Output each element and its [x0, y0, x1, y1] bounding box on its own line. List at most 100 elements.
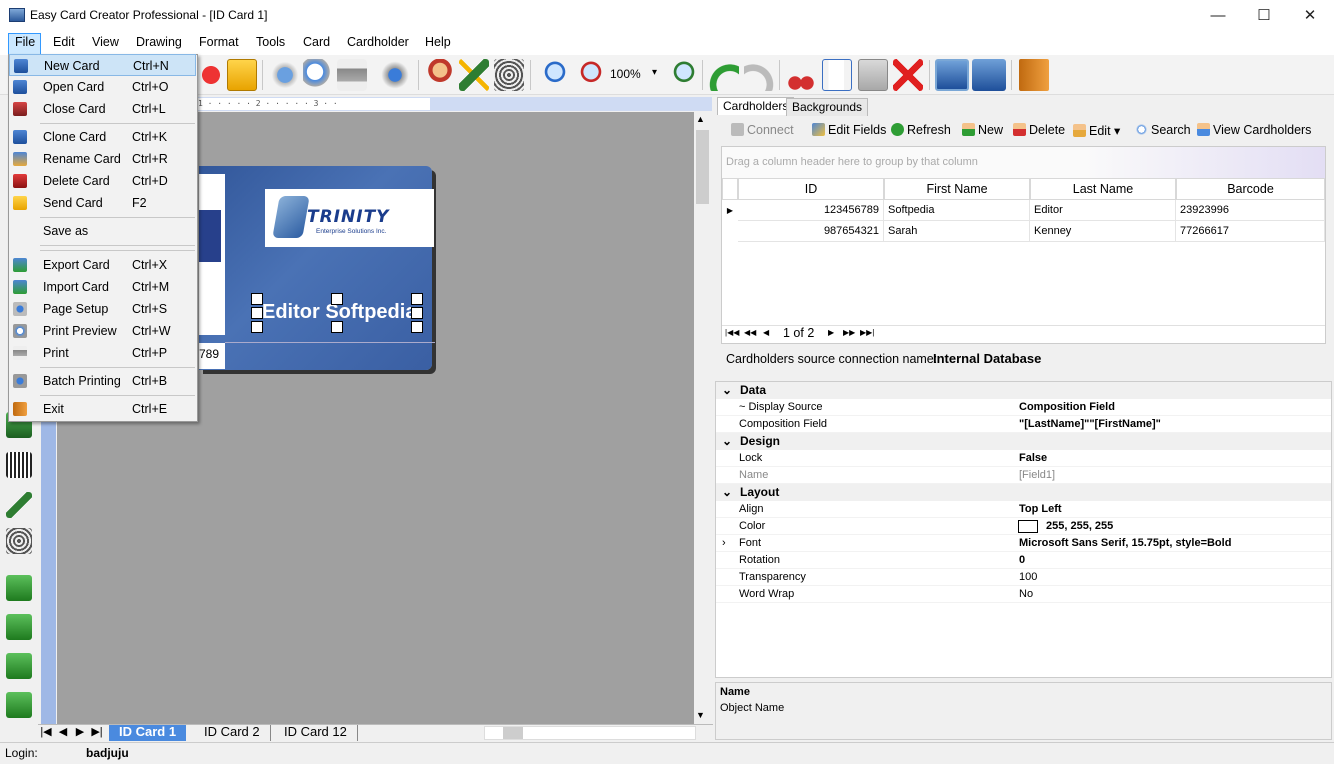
menu-format[interactable]: Format — [199, 35, 239, 49]
property-value[interactable]: Microsoft Sans Serif, 15.75pt, style=Bol… — [1019, 535, 1231, 552]
pager-next-page-icon[interactable]: ▶▶ — [843, 328, 855, 337]
table-cell[interactable]: 987654321 — [738, 221, 884, 242]
expand-chevron-icon[interactable]: › — [722, 535, 726, 552]
align-bottom-tool-icon[interactable] — [6, 692, 32, 718]
delete-card-tool-icon[interactable] — [196, 59, 226, 91]
file-menu-clone-card[interactable]: Clone Card Ctrl+K — [9, 126, 196, 148]
property-row[interactable]: Rotation 0 — [716, 552, 1331, 569]
zoom-in-icon[interactable] — [537, 59, 567, 91]
property-value[interactable]: Top Left — [1019, 501, 1062, 518]
file-menu-delete-card[interactable]: Delete Card Ctrl+D — [9, 170, 196, 192]
first-sheet-icon[interactable]: |◀ — [38, 725, 54, 738]
copy-icon[interactable] — [822, 59, 852, 91]
print-icon[interactable] — [337, 59, 367, 91]
property-row[interactable]: Align Top Left — [716, 501, 1331, 518]
file-menu-open-card[interactable]: Open Card Ctrl+O — [9, 76, 196, 98]
property-row[interactable]: Lock False — [716, 450, 1331, 467]
menu-help[interactable]: Help — [425, 35, 451, 49]
file-menu-send-card[interactable]: Send Card F2 — [9, 192, 196, 214]
next-sheet-icon[interactable]: ▶ — [72, 725, 88, 738]
file-menu-import-card[interactable]: Import Card Ctrl+M — [9, 276, 196, 298]
menu-tools[interactable]: Tools — [256, 35, 285, 49]
menu-cardholder[interactable]: Cardholder — [347, 35, 409, 49]
table-cell[interactable]: Editor — [1030, 200, 1176, 221]
file-menu-rename-card[interactable]: Rename Card Ctrl+R — [9, 148, 196, 170]
table-cell[interactable]: Kenney — [1030, 221, 1176, 242]
property-row[interactable]: Word Wrap No — [716, 586, 1331, 603]
cardholder-person-icon[interactable] — [425, 59, 455, 91]
card-front-view-icon[interactable] — [935, 59, 969, 91]
tab-backgrounds[interactable]: Backgrounds — [786, 98, 869, 116]
edit-cardholder-button[interactable]: Edit ▾ — [1073, 123, 1120, 138]
group-by-area[interactable]: Drag a column header here to group by th… — [722, 147, 1325, 178]
canvas-scroll-thumb[interactable] — [696, 130, 709, 204]
cut-scissors-icon[interactable] — [786, 59, 816, 91]
column-header-id[interactable]: ID — [738, 178, 884, 200]
card-back-view-icon[interactable] — [972, 59, 1006, 91]
pager-prev-icon[interactable]: ◀ — [763, 328, 769, 337]
align-center-tool-icon[interactable] — [6, 614, 32, 640]
align-top-tool-icon[interactable] — [6, 653, 32, 679]
file-menu-close-card[interactable]: Close Card Ctrl+L — [9, 98, 196, 120]
file-menu-new-card[interactable]: New Card Ctrl+N — [9, 54, 196, 76]
menu-file[interactable]: File — [15, 35, 35, 49]
column-header-first-name[interactable]: First Name — [884, 178, 1030, 200]
connect-button[interactable]: Connect — [731, 123, 794, 137]
tab-cardholders[interactable]: Cardholders — [717, 97, 795, 115]
table-cell[interactable]: Sarah — [884, 221, 1030, 242]
search-button[interactable]: Search — [1135, 123, 1191, 137]
file-menu-save-as[interactable]: Save as — [9, 220, 196, 242]
pager-next-icon[interactable]: ▶ — [828, 328, 834, 337]
tab-id-card-1[interactable]: ID Card 1 — [109, 725, 187, 741]
minimize-button[interactable]: — — [1195, 0, 1241, 31]
property-category-design[interactable]: ⌄ Design — [716, 433, 1331, 450]
property-value[interactable]: 100 — [1019, 569, 1037, 586]
selection-handle[interactable] — [331, 321, 343, 333]
scroll-up-icon[interactable]: ▲ — [696, 114, 705, 124]
delete-x-icon[interactable] — [893, 59, 923, 91]
menu-card[interactable]: Card — [303, 35, 330, 49]
column-header-barcode[interactable]: Barcode — [1176, 178, 1325, 200]
print-preview-icon[interactable] — [303, 59, 333, 91]
selection-handle[interactable] — [251, 321, 263, 333]
property-category-layout[interactable]: ⌄ Layout — [716, 484, 1331, 501]
table-cell[interactable]: Softpedia — [884, 200, 1030, 221]
redo-icon[interactable] — [744, 59, 774, 91]
property-value[interactable]: 255, 255, 255 — [1046, 518, 1113, 535]
zoom-level-value[interactable]: 100% — [610, 67, 641, 81]
pager-first-icon[interactable]: |◀◀ — [725, 328, 739, 337]
open-folder-icon[interactable] — [227, 59, 257, 91]
pager-prev-page-icon[interactable]: ◀◀ — [744, 328, 756, 337]
property-value[interactable]: "[LastName]""[FirstName]" — [1019, 416, 1161, 433]
zoom-out-icon[interactable] — [573, 59, 603, 91]
property-value[interactable]: 0 — [1019, 552, 1025, 569]
paste-icon[interactable] — [858, 59, 888, 91]
property-row[interactable]: › Font Microsoft Sans Serif, 15.75pt, styl… — [716, 535, 1331, 552]
table-cell[interactable]: 123456789 — [738, 200, 884, 221]
property-category-data[interactable]: ⌄ Data — [716, 382, 1331, 399]
color-swatch[interactable] — [1018, 520, 1038, 533]
selection-handle[interactable] — [411, 307, 423, 319]
file-menu-page-setup[interactable]: Page Setup Ctrl+S — [9, 298, 196, 320]
last-sheet-icon[interactable]: ▶| — [89, 725, 105, 738]
sheet-scroll-thumb[interactable] — [503, 727, 523, 739]
close-window-button[interactable]: ✕ — [1287, 0, 1333, 31]
zoom-fit-icon[interactable] — [666, 59, 696, 91]
menu-edit[interactable]: Edit — [53, 35, 75, 49]
property-row[interactable]: ~ Display Source Composition Field — [716, 399, 1331, 416]
align-left-tool-icon[interactable] — [6, 575, 32, 601]
menu-view[interactable]: View — [92, 35, 119, 49]
exit-door-icon[interactable] — [1019, 59, 1049, 91]
edit-fields-brush-icon[interactable] — [459, 59, 489, 91]
tab-id-card-12[interactable]: ID Card 12 — [274, 725, 358, 741]
view-cardholders-button[interactable]: View Cardholders — [1197, 123, 1311, 137]
property-value[interactable]: No — [1019, 586, 1033, 603]
selection-handle[interactable] — [251, 307, 263, 319]
file-menu-print[interactable]: Print Ctrl+P — [9, 342, 196, 364]
batch-print-icon[interactable] — [380, 59, 410, 91]
property-row[interactable]: Composition Field "[LastName]""[FirstName… — [716, 416, 1331, 433]
undo-icon[interactable] — [709, 59, 739, 91]
fingerprint-tool-icon[interactable] — [6, 528, 32, 554]
pager-last-icon[interactable]: ▶▶| — [860, 328, 874, 337]
property-row[interactable]: Name [Field1] — [716, 467, 1331, 484]
